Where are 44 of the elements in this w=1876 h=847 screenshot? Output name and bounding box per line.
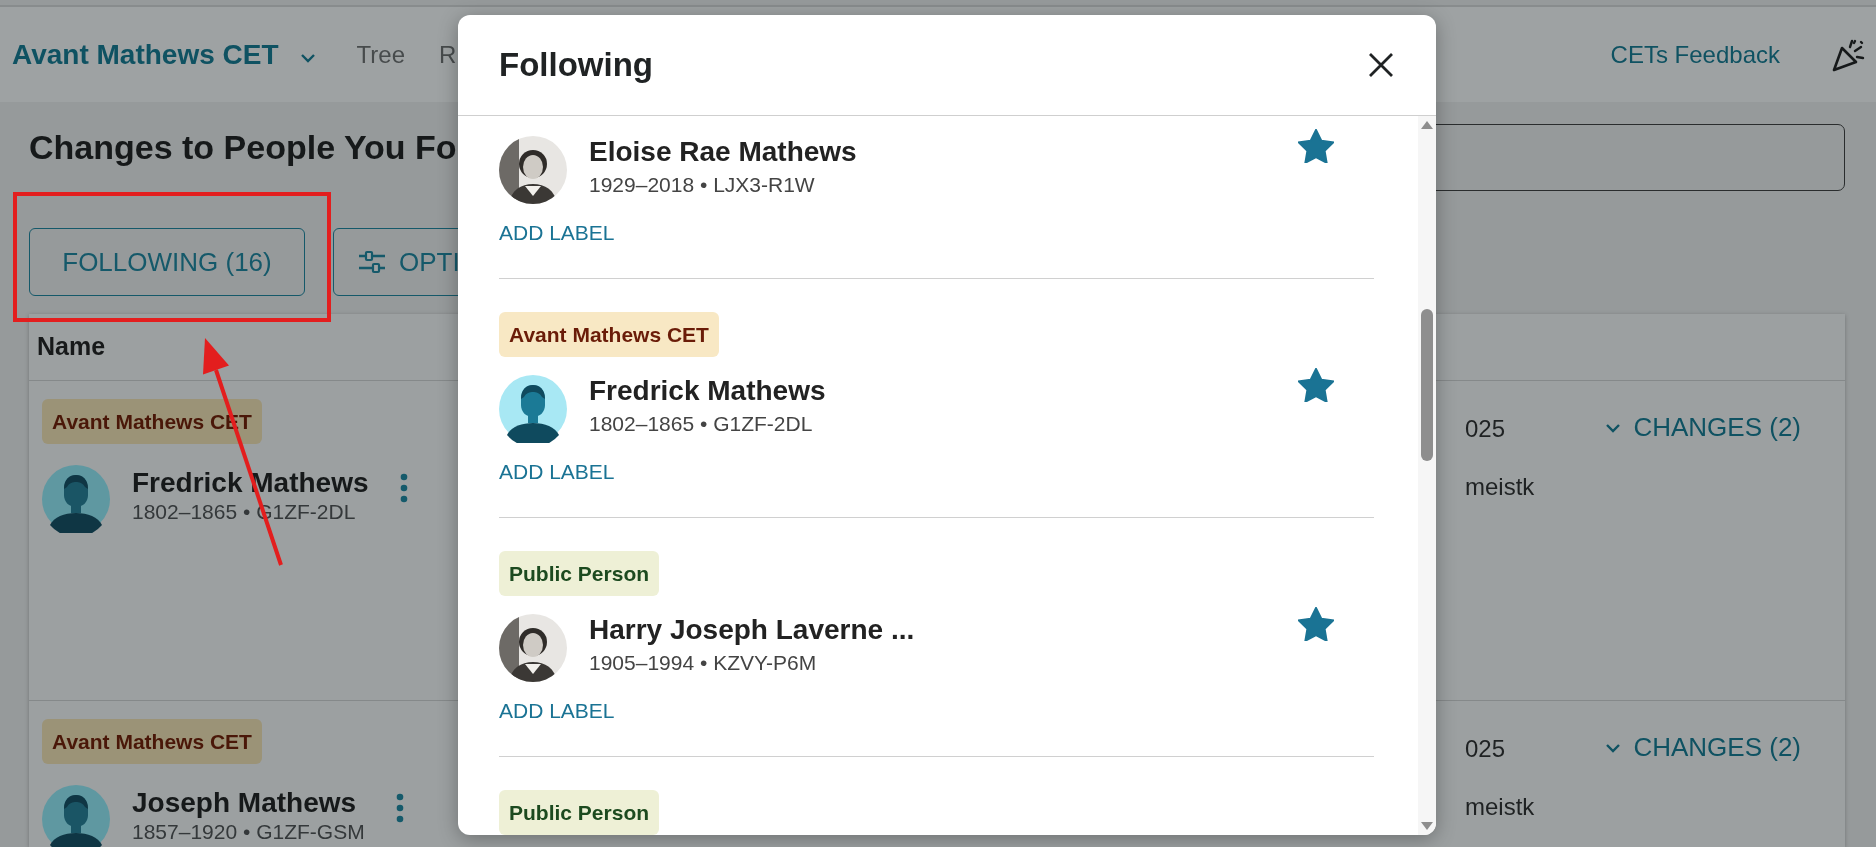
star-icon[interactable]	[1298, 129, 1334, 163]
close-icon[interactable]	[1368, 52, 1394, 78]
brand-link[interactable]: Avant Mathews CET	[12, 33, 279, 76]
person-details: 1857–1920 • G1ZF-GSM	[132, 819, 365, 845]
chevron-down-icon	[1605, 742, 1622, 753]
person-name[interactable]: Fredrick Mathews	[589, 375, 1276, 407]
person-details: 1905–1994 • KZVY-P6M	[589, 650, 818, 676]
more-icon[interactable]	[398, 473, 409, 503]
chevron-down-icon	[1605, 422, 1622, 433]
avatar-icon	[42, 785, 110, 847]
person-name[interactable]: Joseph Mathews	[132, 787, 365, 819]
person-name[interactable]: Harry Joseph Laverne ...	[589, 614, 1276, 646]
column-header: Name	[37, 331, 106, 363]
changes-button[interactable]: CHANGES (2)	[1605, 408, 1801, 447]
nav-link[interactable]: Tree	[356, 36, 406, 73]
star-icon[interactable]	[1298, 607, 1334, 641]
nav-link[interactable]: R	[439, 36, 457, 73]
feedback-link[interactable]: CETs Feedback	[1610, 36, 1780, 73]
sliders-icon	[357, 249, 387, 275]
chevron-down-icon[interactable]	[298, 51, 317, 64]
add-label-link[interactable]: ADD LABEL	[499, 700, 615, 722]
person-name[interactable]: Eloise Rae Mathews	[589, 136, 1276, 168]
changes-button[interactable]: CHANGES (2)	[1605, 728, 1801, 767]
user-text: meistk	[1465, 792, 1535, 822]
avatar-icon	[42, 465, 110, 533]
dialog-title: Following	[499, 45, 653, 85]
date-text: 025	[1465, 734, 1506, 764]
label-tag: Public Person	[499, 551, 660, 596]
label-tag: Avant Mathews CET	[499, 312, 719, 357]
user-text: meistk	[1465, 472, 1535, 502]
add-label-link[interactable]: ADD LABEL	[499, 461, 615, 483]
star-icon[interactable]	[1298, 368, 1334, 402]
page-title: Changes to People You Fo	[29, 127, 457, 167]
scrollbar-thumb[interactable]	[1421, 309, 1433, 461]
avatar-icon	[499, 375, 567, 443]
scroll-down-icon[interactable]	[1421, 822, 1433, 830]
person-details: 1802–1865 • G1ZF-2DL	[589, 411, 814, 437]
more-icon[interactable]	[394, 793, 405, 823]
label-tag: Avant Mathews CET	[42, 719, 262, 764]
person-details: 1929–2018 • LJX3-R1W	[589, 172, 816, 198]
label-tag: Public Person	[499, 790, 660, 835]
scroll-up-icon[interactable]	[1421, 121, 1433, 129]
following-button[interactable]: FOLLOWING (16)	[29, 228, 305, 296]
date-text: 025	[1465, 414, 1506, 444]
